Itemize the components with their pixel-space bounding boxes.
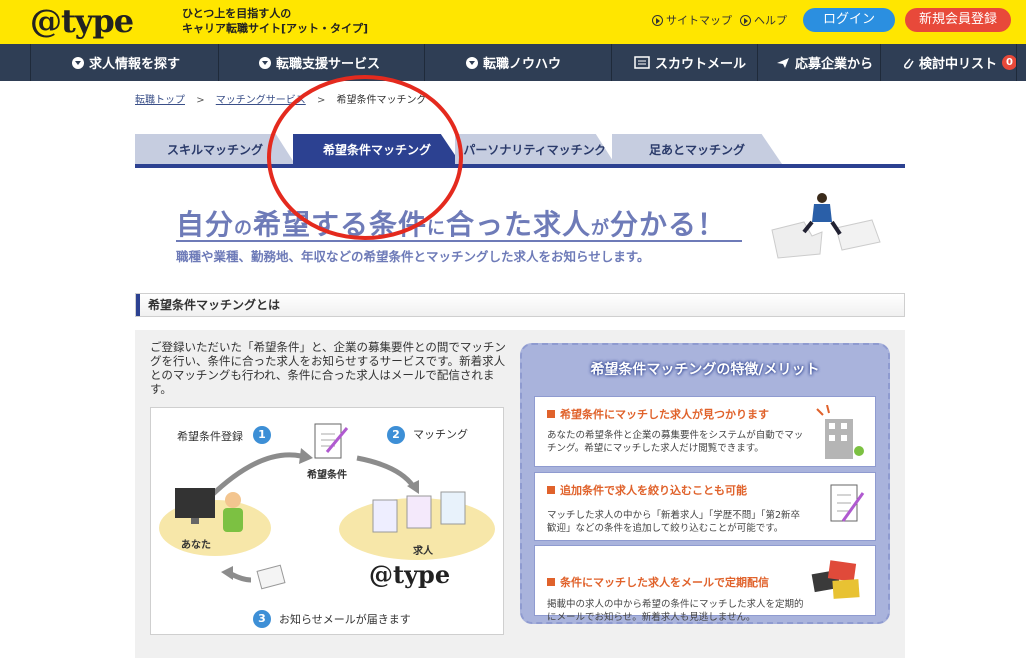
play-circle-icon [740,14,751,26]
paperclip-icon [904,58,914,69]
tab-underline [135,164,905,168]
sitemap-label: サイトマップ [666,14,732,27]
feature-card-title: 希望条件にマッチした求人が見つかります [547,406,769,422]
hero-text: 合った求人 [446,208,592,241]
conditions-label: 希望条件 [307,470,347,481]
features-title: 希望条件マッチングの特徴/メリット [590,362,820,378]
feature-card-body: 掲載中の求人の中から希望の条件にマッチした求人を定期的にメールでお知らせ。新着求… [547,599,804,623]
you-label: あなた [181,540,211,551]
breadcrumb-separator: > [196,95,205,106]
step1-number: 1 [253,426,271,444]
jobs-label: 求人 [413,546,433,557]
features-panel: 希望条件マッチングの特徴/メリット 希望条件にマッチした求人が見つかります あな… [520,343,890,624]
feature-card-body: マッチした求人の中から「新着求人」「学歴不問」「第2新卒歓迎」などの条件を追加し… [547,510,801,534]
feature-card: 追加条件で求人を絞り込むことも可能 マッチした求人の中から「新着求人」「学歴不問… [534,472,876,541]
section-title: 希望条件マッチングとは [135,293,905,317]
chevron-down-icon [72,56,84,69]
step2-number: 2 [387,426,405,444]
nav-divider [757,44,758,81]
tab-personality-matching[interactable]: パーソナリティマッチング [455,134,615,164]
hero-underline [176,240,742,242]
sitemap-link[interactable]: サイトマップ [652,12,732,28]
login-button[interactable]: ログイン [803,8,895,32]
send-icon [777,57,789,68]
mail-list-icon [634,56,650,69]
flow-logo: @type [369,560,451,589]
step1-label: 希望条件登録 [177,430,243,443]
nav-item-job-search[interactable]: 求人情報を探す [72,44,180,81]
matching-tabs: スキルマッチング 希望条件マッチング パーソナリティマッチング 足あとマッチング [135,134,905,168]
hero-text: が [591,218,611,239]
feature-card-title: 条件にマッチした求人をメールで定期配信 [547,574,769,590]
nav-label: 求人情報を探す [89,57,181,72]
feature-card-title: 追加条件で求人を絞り込むことも可能 [547,482,747,498]
building-icon [816,405,864,459]
tagline-line1: ひとつ上を目指す人の [182,7,292,20]
site-logo[interactable]: @type [30,2,134,40]
nav-divider [218,44,219,81]
envelopes-icon [811,560,860,599]
nav-item-watchlist[interactable]: 検討中リスト 0 [902,44,1018,81]
hero-headline: 自分の希望する条件に合った求人が分かる！ [176,203,726,243]
main-nav: 求人情報を探す 転職支援サービス 転職ノウハウ スカウトメール 応募企業から 検… [0,44,1026,81]
nav-label: 検討中リスト [919,57,998,72]
feature-card-body: あなたの希望条件と企業の募集要件をシステムが自動でマッチング。希望にマッチした求… [547,430,804,454]
section-description: ご登録いただいた「希望条件」と、企業の募集要件との間でマッチングを行い、条件に合… [150,340,506,396]
tagline: ひとつ上を目指す人の キャリア転職サイト[アット・タイプ] [182,6,368,36]
nav-label: 転職支援サービス [276,57,381,72]
annotation-circle [267,75,463,240]
tab-footprint-matching[interactable]: 足あとマッチング [612,134,782,164]
breadcrumb-link-top[interactable]: 転職トップ [135,95,185,106]
header-bar: @type ひとつ上を目指す人の キャリア転職サイト[アット・タイプ] サイトマ… [0,0,1026,44]
register-button[interactable]: 新規会員登録 [905,8,1011,32]
hero-text: 自分 [176,208,235,241]
feature-card: 条件にマッチした求人をメールで定期配信 掲載中の求人の中から希望の条件にマッチし… [534,545,876,623]
matching-flow-diagram: 希望条件登録 1 2 マッチング 希望条件 あなた 求人 @type 3 お知ら… [150,407,504,635]
watchlist-count-badge: 0 [1002,55,1018,70]
tagline-line2: キャリア転職サイト[アット・タイプ] [182,22,369,35]
nav-item-knowhow[interactable]: 転職ノウハウ [466,44,561,81]
hero-text: に [427,218,447,239]
hero-subline: 職種や業種、勤務地、年収などの希望条件とマッチングした求人をお知らせします。 [176,249,650,264]
nav-divider [424,44,425,81]
play-circle-icon [652,14,663,26]
nav-divider [30,44,31,81]
feature-card: 希望条件にマッチした求人が見つかります あなたの希望条件と企業の募集要件をシステ… [534,396,876,467]
nav-label: 転職ノウハウ [483,57,562,72]
nav-divider [611,44,612,81]
nav-item-from-company[interactable]: 応募企業から [776,44,873,81]
chevron-down-icon [466,56,478,69]
step3-number: 3 [253,610,271,628]
puzzle-person-illustration [771,193,881,259]
chevron-down-icon [259,56,271,69]
hero-text: の [234,218,254,239]
nav-item-scout[interactable]: スカウトメール [634,44,746,81]
clipboard-check-icon [830,484,865,522]
step3-label: お知らせメールが届きます [279,613,411,626]
help-link[interactable]: ヘルプ [740,12,787,28]
step2-label: マッチング [413,428,468,441]
nav-label: 応募企業から [795,57,874,72]
help-label: ヘルプ [754,14,787,27]
nav-divider [1016,44,1017,81]
nav-label: スカウトメール [655,57,747,72]
hero-text: 分かる！ [610,208,727,241]
nav-divider [880,44,881,81]
